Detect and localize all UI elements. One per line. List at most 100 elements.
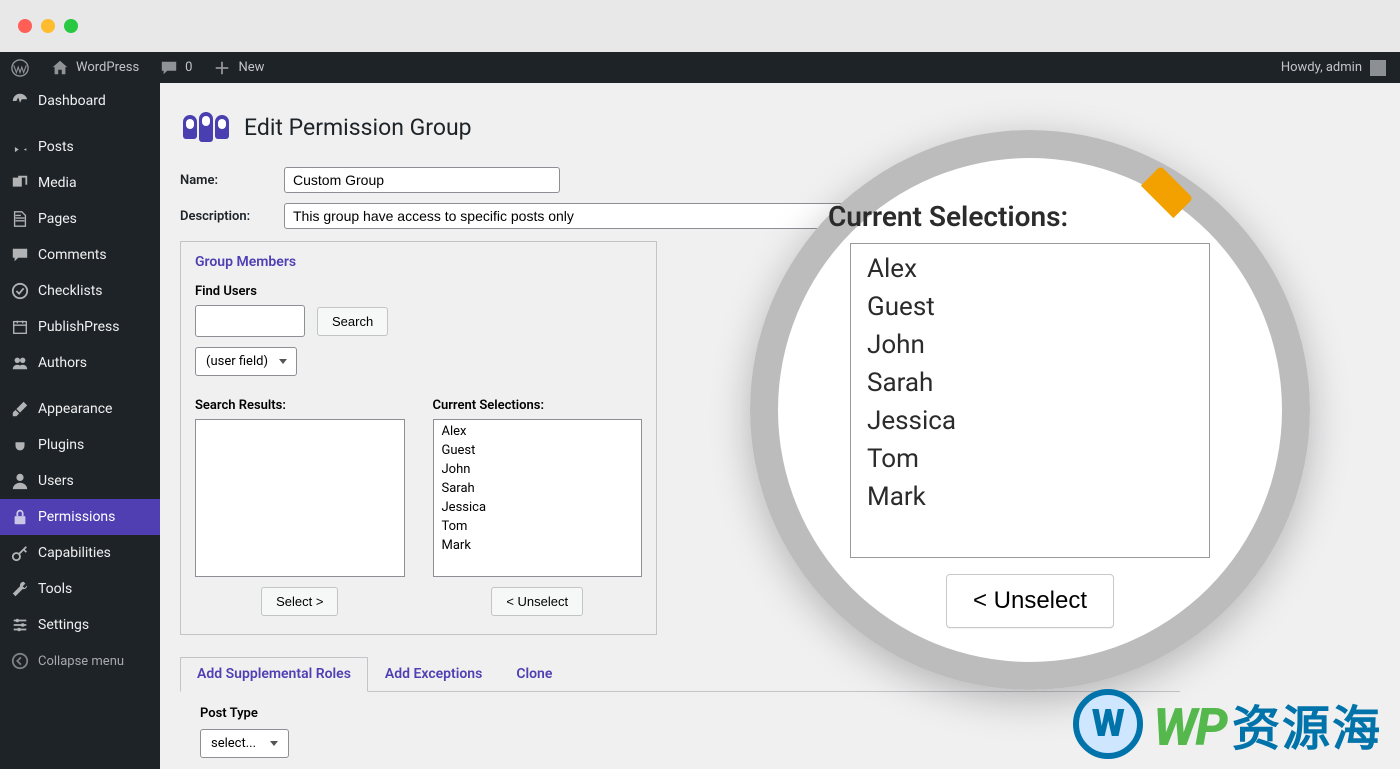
list-item[interactable]: Sarah <box>434 479 642 498</box>
post-type-value: select... <box>211 736 256 751</box>
sidebar-item-pages[interactable]: Pages <box>0 201 160 237</box>
check-icon <box>10 281 30 301</box>
list-item[interactable]: John <box>851 326 1209 364</box>
dashboard-icon <box>10 91 30 111</box>
group-members-panel: Group Members Find Users Search (user fi… <box>180 241 657 635</box>
plug-icon <box>10 435 30 455</box>
unselect-button[interactable]: < Unselect <box>491 587 583 616</box>
post-type-select[interactable]: select... <box>200 729 289 758</box>
sidebar-item-comments[interactable]: Comments <box>0 237 160 273</box>
sidebar-item-label: Posts <box>38 139 74 155</box>
sidebar-item-label: Capabilities <box>38 545 111 561</box>
close-window-button[interactable] <box>18 19 32 33</box>
sidebar-item-appearance[interactable]: Appearance <box>0 391 160 427</box>
name-label: Name: <box>180 173 284 188</box>
comments-count: 0 <box>185 60 192 75</box>
list-item[interactable]: Sarah <box>851 364 1209 402</box>
sidebar-item-tools[interactable]: Tools <box>0 571 160 607</box>
watermark-cn: 资源海 <box>1232 689 1382 759</box>
sidebar-item-label: PublishPress <box>38 319 119 335</box>
sidebar-item-label: Plugins <box>38 437 84 453</box>
sidebar-item-label: Dashboard <box>38 93 106 109</box>
howdy-text: Howdy, admin <box>1281 60 1362 75</box>
sidebar-item-checklists[interactable]: Checklists <box>0 273 160 309</box>
sliders-icon <box>10 615 30 635</box>
sidebar-item-label: Tools <box>38 581 72 597</box>
list-item[interactable]: John <box>434 460 642 479</box>
new-content-link[interactable]: New <box>202 52 274 83</box>
sidebar-item-publishpress[interactable]: PublishPress <box>0 309 160 345</box>
search-results-listbox[interactable] <box>195 419 405 577</box>
comments-link[interactable]: 0 <box>149 52 202 83</box>
list-item[interactable]: Tom <box>434 517 642 536</box>
collapse-menu-button[interactable]: Collapse menu <box>0 643 160 679</box>
comment-icon <box>10 245 30 265</box>
tab-add-exceptions[interactable]: Add Exceptions <box>368 657 499 691</box>
user-menu[interactable]: Howdy, admin <box>1281 60 1400 76</box>
wp-logo-menu[interactable] <box>0 52 40 83</box>
find-users-input[interactable] <box>195 305 305 337</box>
list-item[interactable]: Mark <box>851 478 1209 516</box>
mac-titlebar <box>0 0 1400 52</box>
sidebar-item-authors[interactable]: Authors <box>0 345 160 381</box>
pin-icon <box>10 137 30 157</box>
current-selections-listbox[interactable]: AlexGuestJohnSarahJessicaTomMark <box>433 419 643 577</box>
admin-sidebar: Dashboard Posts Media PagesCommentsChecklis… <box>0 83 160 769</box>
maximize-window-button[interactable] <box>64 19 78 33</box>
site-name-label: WordPress <box>76 60 139 75</box>
sidebar-item-label: Users <box>38 473 74 489</box>
site-name-link[interactable]: WordPress <box>40 52 149 83</box>
magnify-unselect-button[interactable]: < Unselect <box>946 574 1114 628</box>
list-item[interactable]: Guest <box>434 441 642 460</box>
lock-icon <box>10 507 30 527</box>
home-icon <box>50 58 70 78</box>
select-button[interactable]: Select > <box>261 587 338 616</box>
comment-icon <box>159 58 179 78</box>
tab-add-supplemental-roles[interactable]: Add Supplemental Roles <box>180 657 368 692</box>
sidebar-item-label: Media <box>38 175 77 191</box>
description-label: Description: <box>180 209 284 224</box>
key-icon <box>10 543 30 563</box>
sidebar-item-users[interactable]: Users <box>0 463 160 499</box>
current-selections-label: Current Selections: <box>433 398 643 413</box>
list-item[interactable]: Alex <box>851 250 1209 288</box>
sidebar-item-settings[interactable]: Settings <box>0 607 160 643</box>
sidebar-item-label: Appearance <box>38 401 112 417</box>
sidebar-item-dashboard[interactable]: Dashboard <box>0 83 160 119</box>
search-button[interactable]: Search <box>317 307 388 336</box>
list-item[interactable]: Tom <box>851 440 1209 478</box>
user-field-select[interactable]: (user field) <box>195 347 297 376</box>
magnify-title: Current Selections: <box>828 200 1068 233</box>
list-item[interactable]: Alex <box>434 422 642 441</box>
sidebar-item-capabilities[interactable]: Capabilities <box>0 535 160 571</box>
sidebar-item-posts[interactable]: Posts <box>0 129 160 165</box>
avatar <box>1370 60 1386 76</box>
list-item[interactable]: Guest <box>851 288 1209 326</box>
groups-icon <box>10 353 30 373</box>
find-users-label: Find Users <box>195 284 642 299</box>
tab-clone[interactable]: Clone <box>499 657 569 691</box>
collapse-icon <box>10 651 30 671</box>
group-members-title: Group Members <box>195 254 642 270</box>
plugin-logo-icon <box>180 101 232 153</box>
calendar-icon <box>10 317 30 337</box>
minimize-window-button[interactable] <box>41 19 55 33</box>
brush-icon <box>10 399 30 419</box>
name-input[interactable] <box>284 167 560 193</box>
list-item[interactable]: Mark <box>434 536 642 555</box>
collapse-label: Collapse menu <box>38 654 124 669</box>
sidebar-item-media[interactable]: Media <box>0 165 160 201</box>
page-icon <box>10 209 30 229</box>
user-icon <box>10 471 30 491</box>
sidebar-item-label: Settings <box>38 617 89 633</box>
search-results-label: Search Results: <box>195 398 405 413</box>
page-title: Edit Permission Group <box>244 114 472 141</box>
sidebar-item-permissions[interactable]: Permissions <box>0 499 160 535</box>
list-item[interactable]: Jessica <box>434 498 642 517</box>
sidebar-item-plugins[interactable]: Plugins <box>0 427 160 463</box>
magnify-selections-listbox[interactable]: AlexGuestJohnSarahJessicaTomMark <box>850 243 1210 558</box>
user-field-value: (user field) <box>206 354 268 369</box>
list-item[interactable]: Jessica <box>851 402 1209 440</box>
sidebar-item-label: Permissions <box>38 509 115 525</box>
watermark: W WP 资源海 <box>1073 689 1382 759</box>
